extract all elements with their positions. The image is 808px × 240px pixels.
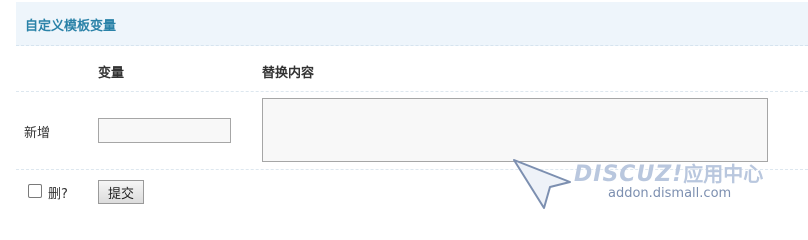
submit-button[interactable]: 提交 xyxy=(98,180,144,204)
watermark-url: addon.dismall.com xyxy=(608,186,732,201)
replacement-textarea[interactable] xyxy=(262,98,768,162)
watermark-brand: DISCUZ!应用中心 xyxy=(574,162,764,187)
delete-checkbox[interactable] xyxy=(28,184,42,198)
panel-header: 自定义模板变量 xyxy=(16,2,808,46)
column-header-replacement: 替换内容 xyxy=(262,66,315,81)
variable-input[interactable] xyxy=(98,118,231,143)
column-header-variable: 变量 xyxy=(98,66,125,81)
row-divider xyxy=(16,91,808,92)
panel-title: 自定义模板变量 xyxy=(25,19,117,34)
delete-label: 删? xyxy=(48,187,68,202)
new-row-label: 新增 xyxy=(24,126,51,141)
discuz-watermark: DISCUZ!应用中心 addon.dismall.com xyxy=(510,154,808,216)
